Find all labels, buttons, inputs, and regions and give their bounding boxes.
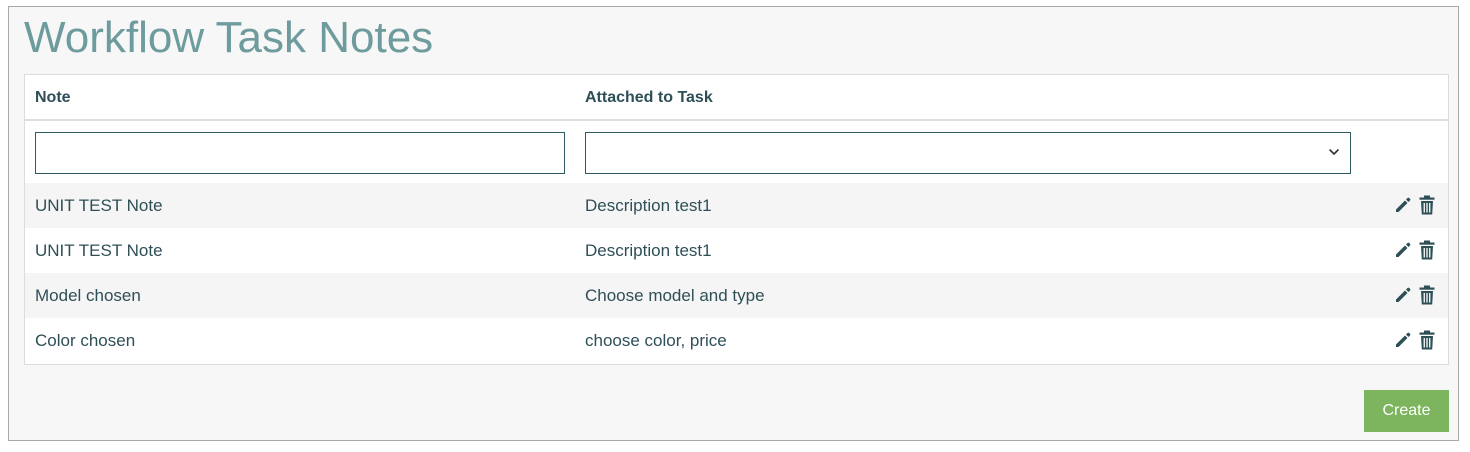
- note-cell: UNIT TEST Note: [35, 241, 163, 260]
- page-title: Workflow Task Notes: [24, 13, 434, 62]
- row-actions: [1392, 284, 1438, 306]
- trash-icon[interactable]: [1416, 194, 1438, 216]
- notes-panel: Workflow Task Notes Note Attached to Tas…: [8, 6, 1459, 441]
- task-cell: Description test1: [585, 196, 712, 215]
- column-header-task[interactable]: Attached to Task: [585, 75, 713, 121]
- trash-icon[interactable]: [1416, 284, 1438, 306]
- row-actions: [1392, 239, 1438, 261]
- pencil-icon[interactable]: [1392, 239, 1414, 261]
- column-header-note[interactable]: Note: [35, 75, 71, 121]
- notes-table: Note Attached to Task UNIT TEST Note Des…: [24, 74, 1449, 365]
- create-button[interactable]: Create: [1364, 390, 1449, 432]
- table-row: UNIT TEST Note Description test1: [25, 183, 1448, 228]
- pencil-icon[interactable]: [1392, 194, 1414, 216]
- pencil-icon[interactable]: [1392, 284, 1414, 306]
- filter-row: [25, 121, 1448, 183]
- row-actions: [1392, 329, 1438, 351]
- pencil-icon[interactable]: [1392, 329, 1414, 351]
- note-cell: Model chosen: [35, 286, 141, 305]
- chevron-down-icon: [1329, 149, 1339, 155]
- note-cell: Color chosen: [35, 331, 136, 350]
- note-filter-input[interactable]: [35, 132, 565, 174]
- table-row: Color chosen choose color, price: [25, 318, 1448, 363]
- task-cell: choose color, price: [585, 331, 727, 350]
- table-row: UNIT TEST Note Description test1: [25, 228, 1448, 273]
- trash-icon[interactable]: [1416, 329, 1438, 351]
- trash-icon[interactable]: [1416, 239, 1438, 261]
- task-filter-select[interactable]: [585, 132, 1351, 174]
- task-cell: Description test1: [585, 241, 712, 260]
- table-row: Model chosen Choose model and type: [25, 273, 1448, 318]
- note-cell: UNIT TEST Note: [35, 196, 163, 215]
- row-actions: [1392, 194, 1438, 216]
- task-cell: Choose model and type: [585, 286, 765, 305]
- table-header: Note Attached to Task: [25, 75, 1448, 121]
